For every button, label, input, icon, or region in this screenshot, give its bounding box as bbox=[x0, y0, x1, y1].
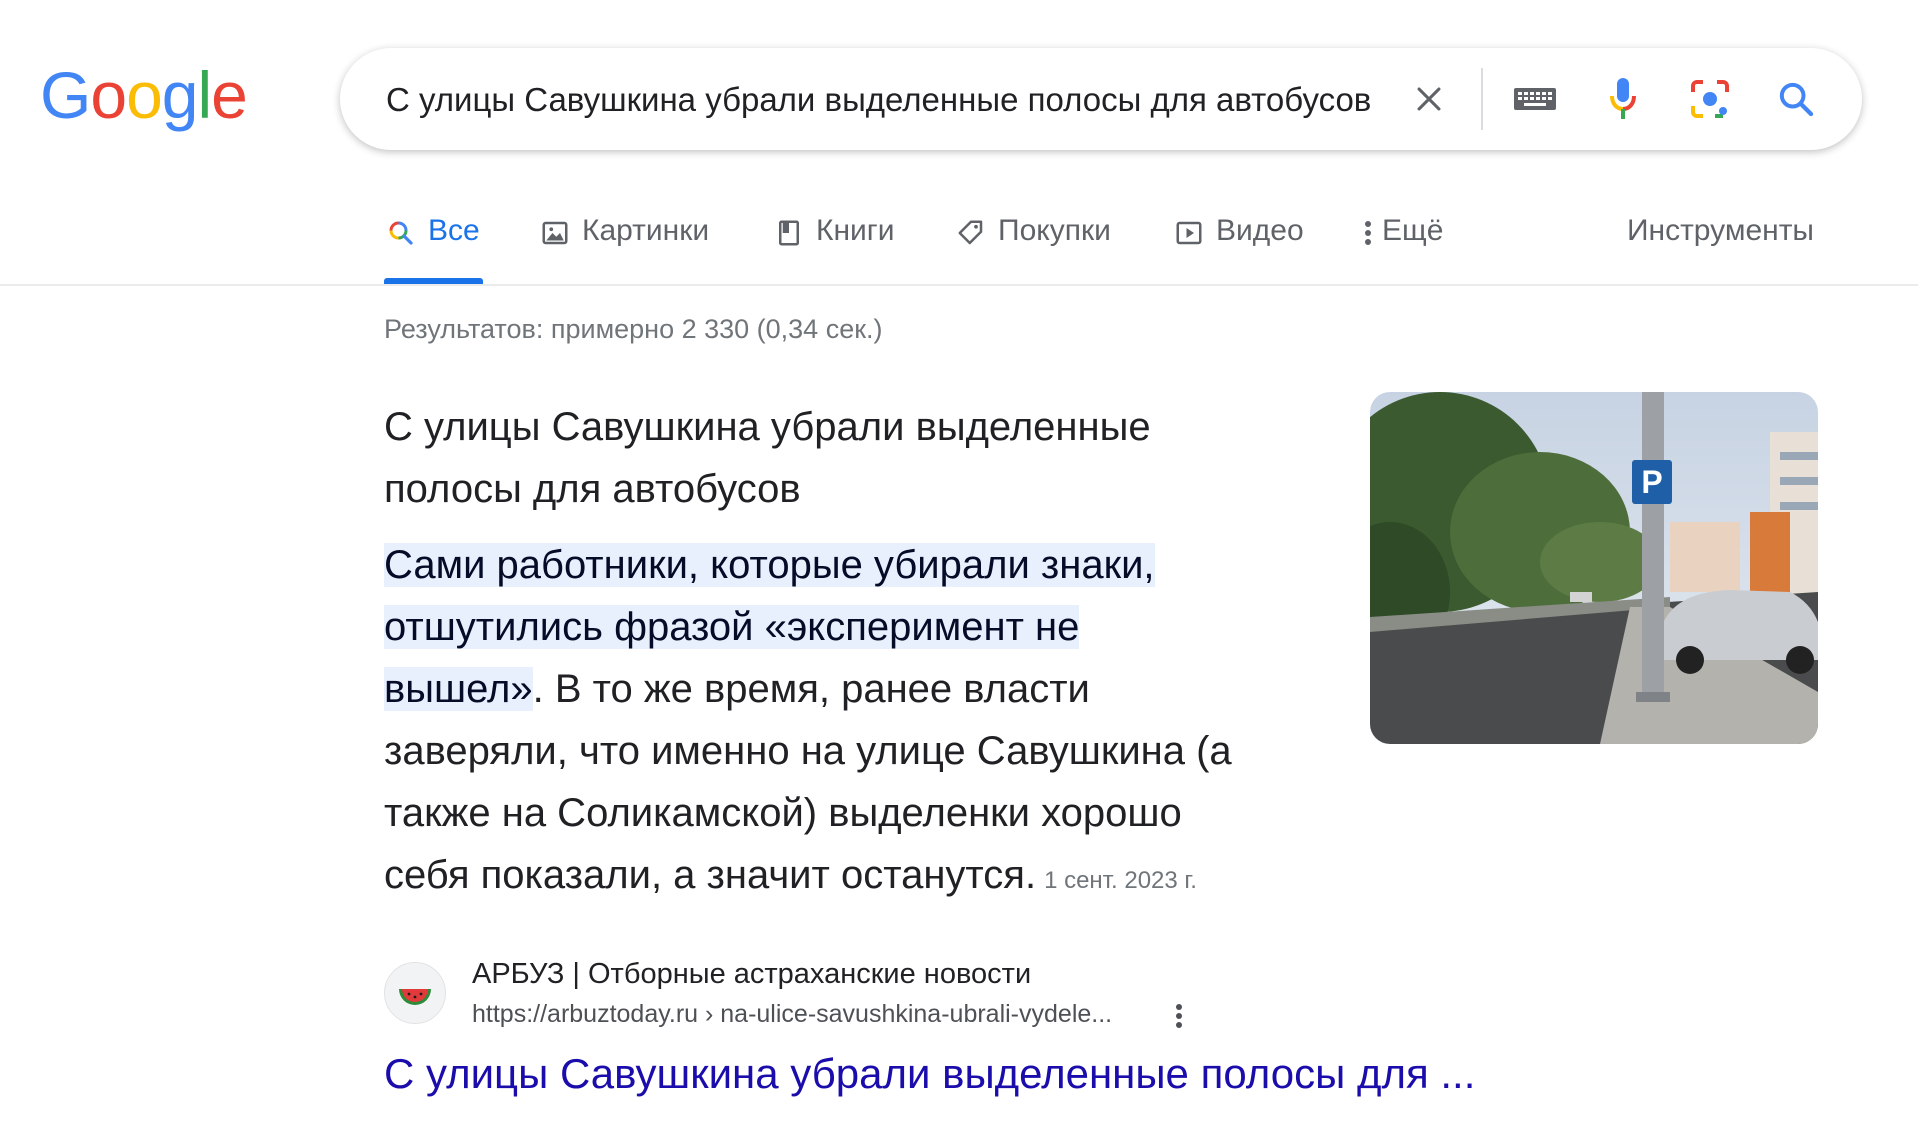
site-name[interactable]: АРБУЗ | Отборные астраханские новости bbox=[472, 958, 1031, 991]
logo-letter: G bbox=[40, 58, 91, 132]
snippet-highlight: вышел» bbox=[384, 667, 533, 711]
tab-label: Книги bbox=[816, 214, 895, 247]
result-stats: Результатов: примерно 2 330 (0,34 сек.) bbox=[384, 314, 883, 344]
tools-button[interactable]: Инструменты bbox=[1627, 214, 1814, 248]
logo-letter: g bbox=[161, 58, 199, 132]
keyboard-icon[interactable] bbox=[1508, 72, 1562, 126]
logo-letter: o bbox=[90, 58, 127, 132]
tab-label: Картинки bbox=[582, 214, 710, 247]
logo-letter: o bbox=[126, 58, 163, 132]
snippet-heading-line: полосы для автобусов bbox=[384, 467, 801, 511]
snippet-heading: С улицы Савушкина убрали выделенные поло… bbox=[384, 396, 1384, 520]
street-photo: P bbox=[1370, 392, 1818, 744]
logo-letter: l bbox=[197, 58, 213, 132]
snippet-text-segment: себя показали, а значит останутся. bbox=[384, 853, 1037, 897]
close-icon[interactable] bbox=[1402, 72, 1456, 126]
snippet-highlight: отшутились фразой «эксперимент не bbox=[384, 605, 1080, 649]
more-vert-icon[interactable] bbox=[1164, 996, 1194, 1036]
snippet-date: 1 сент. 2023 г. bbox=[1044, 867, 1197, 894]
tab-videos[interactable]: Видео bbox=[1172, 214, 1304, 284]
search-tabs: Все Картинки Книги Покупки Видео Ещё Инс… bbox=[0, 200, 1918, 286]
result-title-link[interactable]: С улицы Савушкина убрали выделенные поло… bbox=[384, 1050, 1475, 1098]
result-source: АРБУЗ | Отборные астраханские новости ht… bbox=[384, 954, 1284, 1034]
lens-icon[interactable] bbox=[1683, 72, 1737, 126]
snippet-text-line: также на Соликамской) выделенки хорошо bbox=[384, 791, 1182, 835]
tab-label: Все bbox=[428, 214, 480, 247]
microphone-icon[interactable] bbox=[1596, 72, 1650, 126]
tab-all[interactable]: Все bbox=[384, 214, 483, 284]
google-logo[interactable]: Google bbox=[40, 58, 248, 132]
snippet-heading-line: С улицы Савушкина убрали выделенные bbox=[384, 405, 1151, 449]
tab-shopping[interactable]: Покупки bbox=[954, 214, 1111, 284]
more-vert-icon bbox=[1358, 216, 1378, 250]
site-url[interactable]: https://arbuztoday.ru › na-ulice-savushk… bbox=[472, 1000, 1112, 1029]
tab-images[interactable]: Картинки bbox=[538, 214, 709, 284]
tab-more[interactable]: Ещё bbox=[1358, 214, 1443, 284]
tab-label: Ещё bbox=[1382, 214, 1444, 247]
search-input[interactable]: С улицы Савушкина убрали выделенные поло… bbox=[386, 82, 1386, 118]
watermelon-icon[interactable] bbox=[384, 962, 446, 1024]
book-icon bbox=[772, 216, 806, 250]
search-icon[interactable] bbox=[1769, 72, 1823, 126]
snippet-highlight: Сами работники, которые убирали знаки, bbox=[384, 543, 1155, 587]
tab-label: Покупки bbox=[998, 214, 1111, 247]
search-box[interactable]: С улицы Савушкина убрали выделенные поло… bbox=[340, 48, 1862, 150]
tab-books[interactable]: Книги bbox=[772, 214, 895, 284]
snippet-thumbnail[interactable]: P bbox=[1370, 392, 1818, 744]
logo-letter: e bbox=[211, 58, 248, 132]
image-icon bbox=[538, 216, 572, 250]
tab-label: Видео bbox=[1216, 214, 1304, 247]
tag-icon bbox=[954, 216, 988, 250]
snippet-text-segment: . В то же время, ранее власти bbox=[532, 667, 1090, 711]
snippet-text: Сами работники, которые убирали знаки, о… bbox=[384, 534, 1344, 912]
svg-text:P: P bbox=[1641, 464, 1662, 500]
play-icon bbox=[1172, 216, 1206, 250]
snippet-text-line: заверяли, что именно на улице Савушкина … bbox=[384, 729, 1232, 773]
search-icon bbox=[384, 216, 418, 250]
search-divider bbox=[1481, 68, 1483, 130]
